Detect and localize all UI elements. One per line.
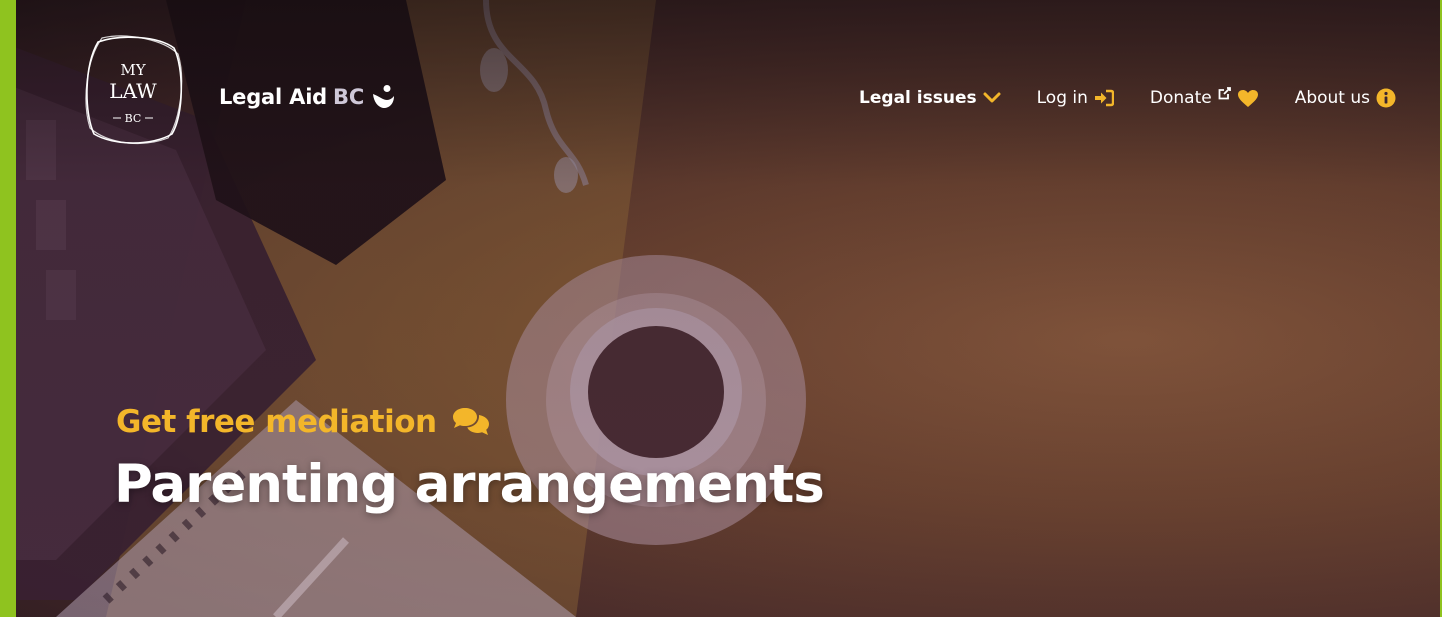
nav-log-in-label: Log in [1036, 88, 1088, 108]
main-nav: Legal issues Log in Donate About us [859, 86, 1396, 108]
external-link-icon [1218, 86, 1231, 100]
brand-primary-text: Legal Aid [219, 85, 328, 109]
logo-line-law: LAW [109, 79, 157, 103]
legal-aid-person-icon [373, 85, 395, 108]
nav-legal-issues[interactable]: Legal issues [859, 88, 1001, 108]
nav-donate[interactable]: Donate [1149, 86, 1259, 108]
get-free-mediation-link[interactable]: Get free mediation [116, 404, 491, 440]
page-title: Parenting arrangements [114, 454, 825, 515]
brand-secondary-text: BC [333, 85, 365, 109]
legal-aid-bc-brand[interactable]: Legal Aid BC [219, 84, 396, 110]
hero-banner: MY LAW BC Legal Aid BC Legal issues Log … [16, 0, 1440, 617]
sign-in-icon [1094, 89, 1114, 107]
logo-line-bc: BC [125, 112, 142, 125]
logo-line-my: MY [120, 61, 146, 79]
nav-legal-issues-label: Legal issues [859, 88, 977, 108]
page-frame: MY LAW BC Legal Aid BC Legal issues Log … [0, 0, 1442, 617]
info-circle-icon [1376, 88, 1396, 108]
nav-log-in[interactable]: Log in [1037, 88, 1114, 108]
nav-donate-label: Donate [1149, 88, 1212, 108]
kicker-label: Get free mediation [116, 404, 437, 440]
chat-bubbles-icon [451, 406, 491, 438]
mylawbc-logo[interactable]: MY LAW BC [80, 32, 186, 148]
chevron-down-icon [983, 91, 1001, 105]
nav-about-us-label: About us [1294, 88, 1370, 108]
heart-icon [1237, 89, 1259, 108]
nav-about-us[interactable]: About us [1295, 88, 1396, 108]
